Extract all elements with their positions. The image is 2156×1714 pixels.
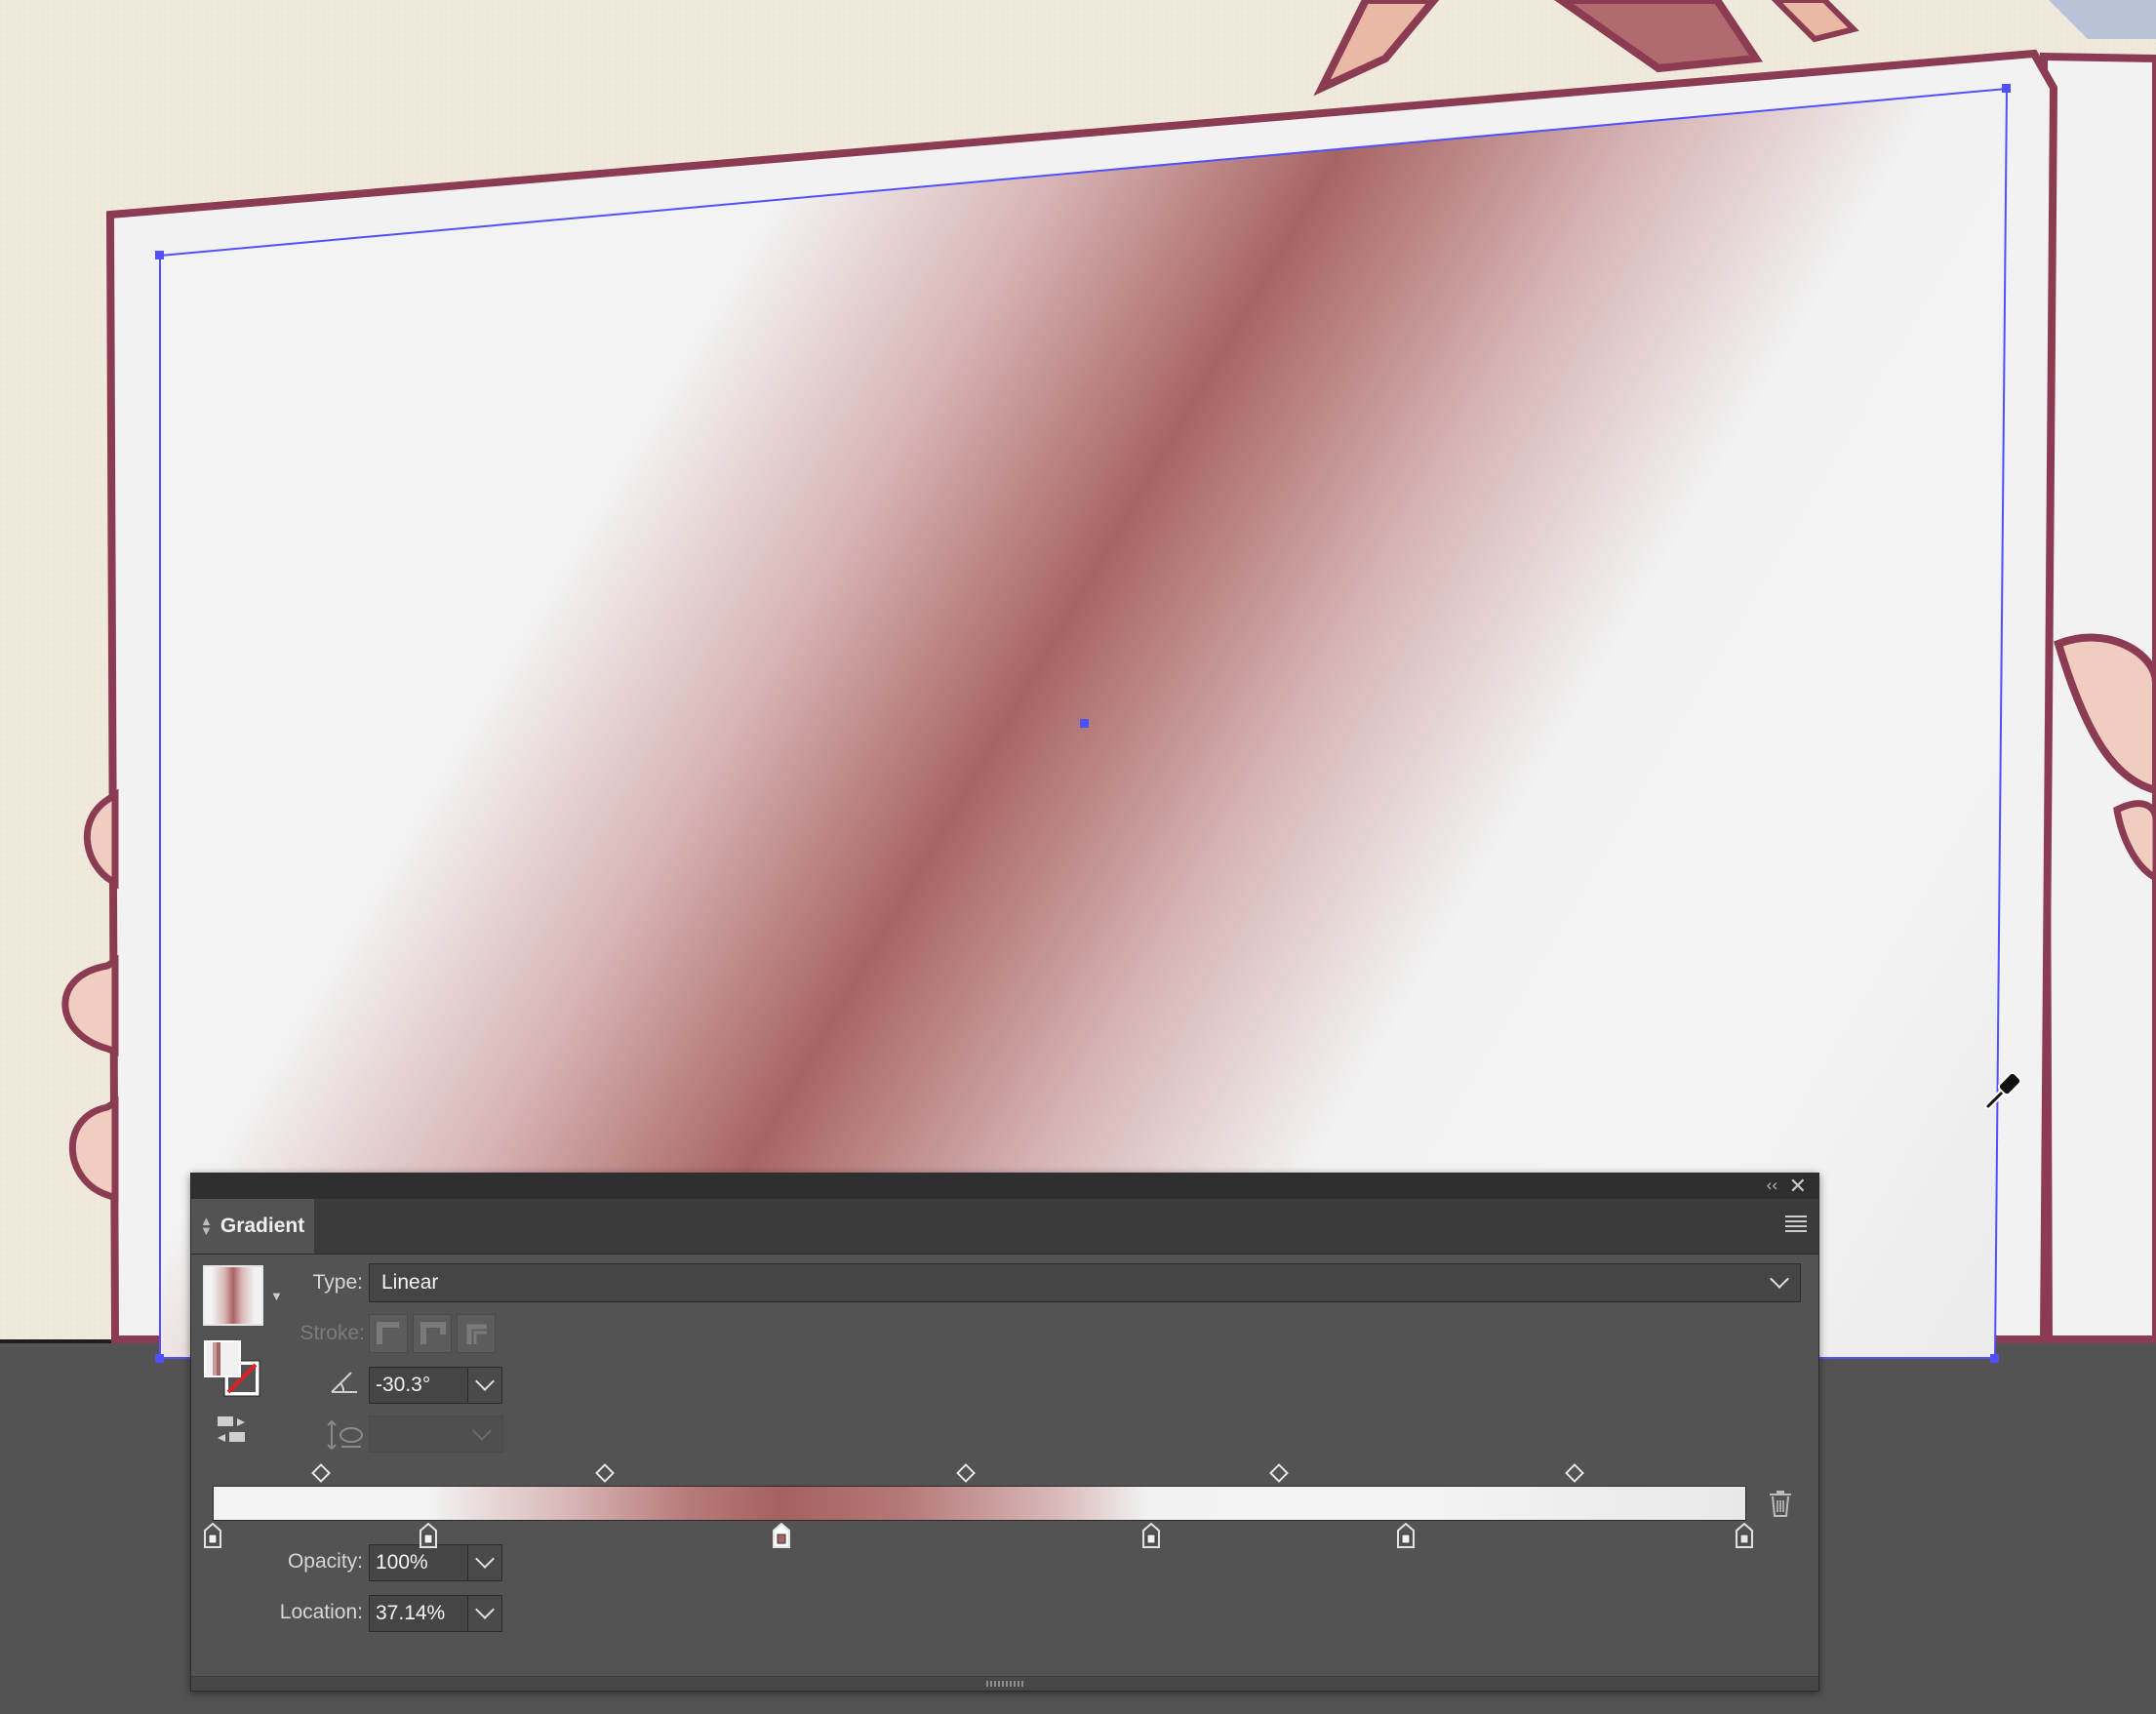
center-point bbox=[1080, 719, 1089, 728]
double-chevron-left-icon[interactable]: ‹‹ bbox=[1767, 1176, 1777, 1195]
stroke-label: Stroke: bbox=[299, 1322, 365, 1344]
angle-field[interactable]: -30.3° bbox=[369, 1367, 468, 1404]
location-field[interactable]: 37.14% bbox=[369, 1595, 468, 1632]
gradient-panel: ‹‹ ✕ ▲ ▼ Gradient ▼ Type: Linear Stroke:… bbox=[190, 1173, 1819, 1692]
opacity-dropdown[interactable] bbox=[467, 1544, 502, 1581]
chevron-down-icon bbox=[475, 1600, 495, 1619]
location-value: 37.14% bbox=[376, 1602, 446, 1624]
angle-value: -30.3° bbox=[376, 1374, 431, 1396]
angle-dropdown[interactable] bbox=[467, 1367, 502, 1404]
stroke-across-button[interactable] bbox=[457, 1314, 496, 1353]
resize-grip[interactable] bbox=[986, 1681, 1023, 1687]
panel-footer bbox=[191, 1676, 1818, 1691]
type-label: Type: bbox=[312, 1271, 363, 1294]
gradient-midpoint[interactable] bbox=[311, 1463, 332, 1483]
gradient-midpoint[interactable] bbox=[1564, 1463, 1584, 1483]
panel-tabstrip: ▲ ▼ Gradient bbox=[191, 1199, 1818, 1255]
aspect-ratio-field[interactable] bbox=[369, 1415, 503, 1453]
location-label: Location: bbox=[279, 1601, 363, 1623]
trash-icon[interactable] bbox=[1768, 1490, 1793, 1517]
aspect-ratio-icon bbox=[327, 1419, 363, 1451]
tab-label: Gradient bbox=[220, 1215, 305, 1237]
opacity-field[interactable]: 100% bbox=[369, 1544, 468, 1581]
tab-gradient[interactable]: ▲ ▼ Gradient bbox=[191, 1199, 314, 1254]
color-stop[interactable] bbox=[1141, 1523, 1161, 1548]
opacity-value: 100% bbox=[376, 1551, 428, 1574]
type-select[interactable]: Linear bbox=[369, 1263, 1801, 1302]
fill-stroke-icon[interactable] bbox=[203, 1339, 263, 1400]
color-stop[interactable] bbox=[419, 1523, 438, 1548]
close-icon[interactable]: ✕ bbox=[1789, 1174, 1807, 1199]
gradient-midpoint[interactable] bbox=[1268, 1463, 1289, 1483]
swatch-dropdown-icon[interactable]: ▼ bbox=[270, 1289, 283, 1303]
chevron-down-icon bbox=[475, 1372, 495, 1391]
chevron-down-icon bbox=[472, 1421, 492, 1441]
location-dropdown[interactable] bbox=[467, 1595, 502, 1632]
type-value: Linear bbox=[381, 1271, 439, 1294]
reverse-gradient-icon[interactable] bbox=[214, 1415, 249, 1446]
color-stop[interactable] bbox=[203, 1523, 222, 1548]
gradient-midpoint[interactable] bbox=[956, 1463, 977, 1483]
color-stop[interactable] bbox=[1396, 1523, 1416, 1548]
stroke-within-button[interactable] bbox=[369, 1314, 408, 1353]
gradient-midpoint[interactable] bbox=[595, 1463, 615, 1483]
gradient-slider[interactable] bbox=[213, 1486, 1746, 1521]
opacity-label: Opacity: bbox=[287, 1550, 363, 1573]
expand-collapse-icon[interactable]: ▲ ▼ bbox=[200, 1215, 213, 1237]
stroke-along-button[interactable] bbox=[413, 1314, 452, 1353]
chevron-down-icon bbox=[1770, 1269, 1789, 1289]
color-stop[interactable] bbox=[1735, 1523, 1754, 1548]
panel-titlebar[interactable]: ‹‹ ✕ bbox=[191, 1174, 1818, 1199]
hamburger-menu-icon[interactable] bbox=[1785, 1215, 1807, 1232]
gradient-swatch[interactable] bbox=[203, 1265, 263, 1326]
angle-icon bbox=[331, 1372, 357, 1393]
chevron-down-icon bbox=[475, 1549, 495, 1569]
color-stop-selected[interactable] bbox=[772, 1523, 791, 1548]
